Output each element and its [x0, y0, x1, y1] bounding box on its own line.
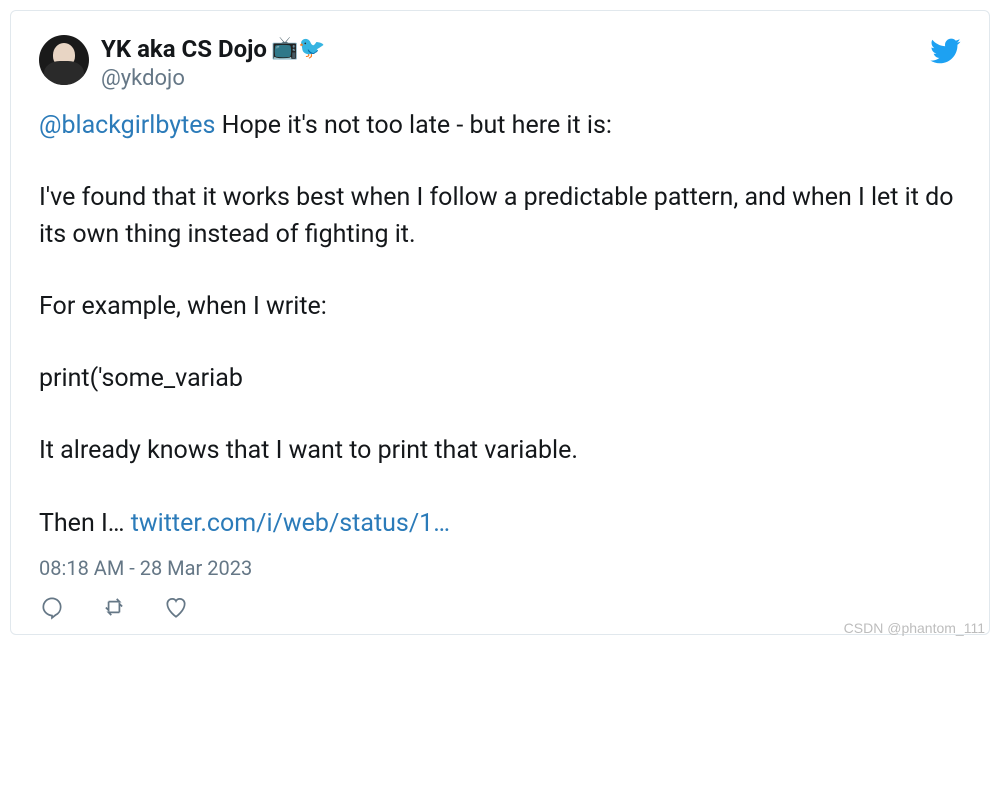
- user-info: YK aka CS Dojo 📺🐦 @ykdojo: [101, 35, 326, 92]
- tweet-card: YK aka CS Dojo 📺🐦 @ykdojo @blackgirlbyte…: [10, 10, 990, 635]
- display-name-text: YK aka CS Dojo: [101, 35, 267, 64]
- tweet-text-3: For example, when I write:: [39, 289, 961, 325]
- tweet-text-5: It already knows that I want to print th…: [39, 433, 961, 469]
- mention-link[interactable]: @blackgirlbytes: [39, 111, 215, 140]
- tweet-body: @blackgirlbytes Hope it's not too late -…: [39, 108, 961, 542]
- like-icon[interactable]: [163, 594, 189, 620]
- tweet-actions: [39, 590, 961, 620]
- display-name-emoji: 📺🐦: [271, 36, 326, 62]
- expand-link[interactable]: twitter.com/i/web/status/1…: [131, 509, 450, 538]
- reply-icon[interactable]: [39, 594, 65, 620]
- tweet-text-4: print('some_variab: [39, 361, 961, 397]
- retweet-icon[interactable]: [101, 594, 127, 620]
- twitter-bird-icon[interactable]: [929, 35, 961, 67]
- tweet-header: YK aka CS Dojo 📺🐦 @ykdojo: [39, 35, 961, 92]
- display-name[interactable]: YK aka CS Dojo 📺🐦: [101, 35, 326, 64]
- tweet-text-1: Hope it's not too late - but here it is:: [215, 111, 611, 140]
- tweet-text-2: I've found that it works best when I fol…: [39, 180, 961, 253]
- avatar[interactable]: [39, 35, 89, 85]
- user-handle[interactable]: @ykdojo: [101, 66, 326, 92]
- watermark: CSDN @phantom_111: [844, 620, 985, 636]
- timestamp[interactable]: 08:18 AM - 28 Mar 2023: [39, 556, 961, 580]
- tweet-text-6: Then I…: [39, 509, 131, 538]
